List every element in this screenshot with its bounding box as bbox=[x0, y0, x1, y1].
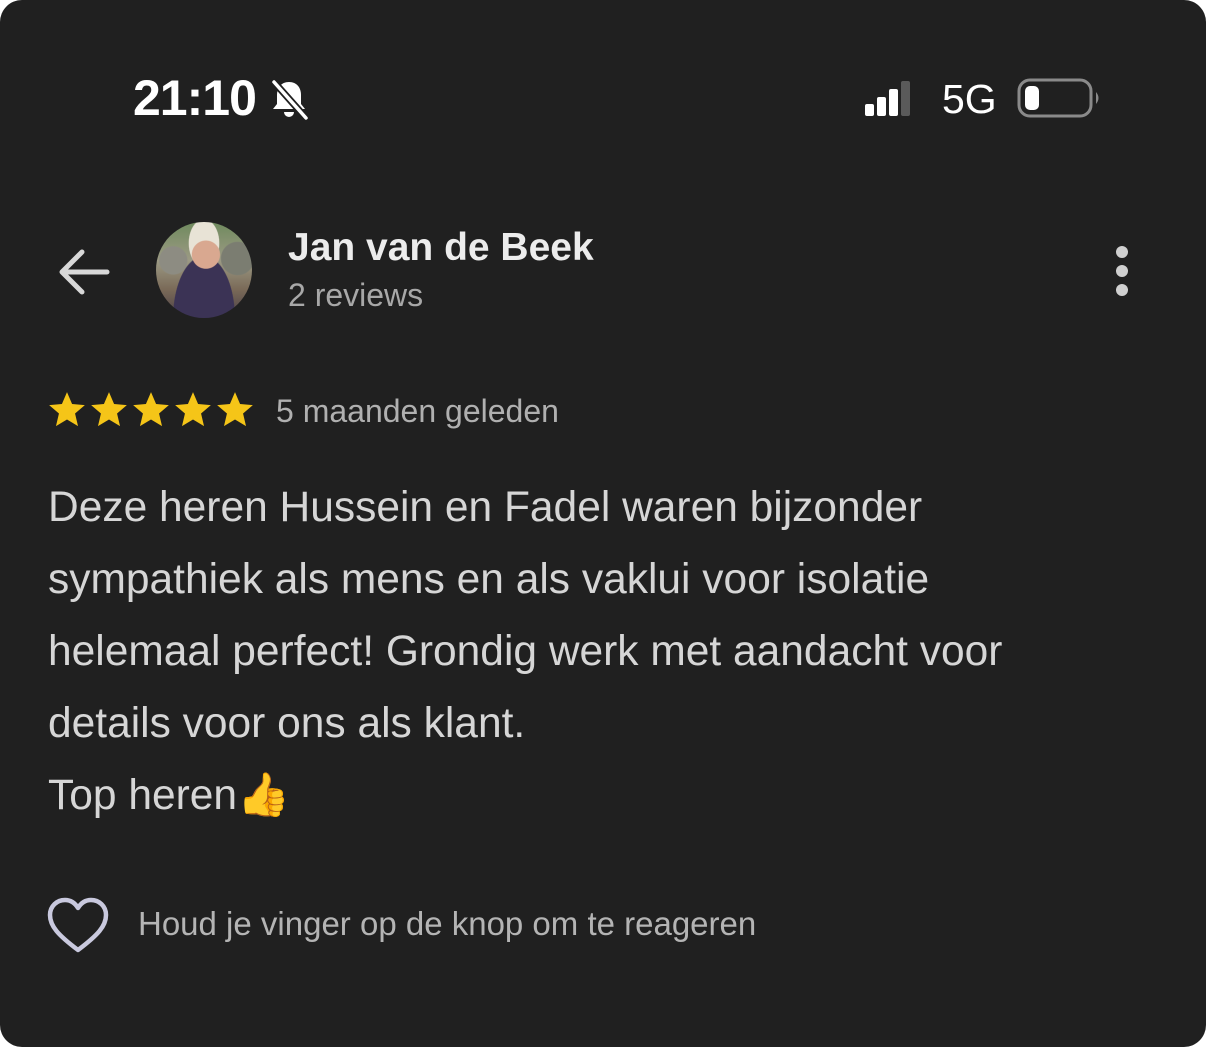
status-time: 21:10 bbox=[133, 70, 257, 126]
reviewer-name[interactable]: Jan van de Beek bbox=[288, 226, 594, 270]
avatar[interactable] bbox=[156, 222, 252, 318]
star-rating bbox=[46, 389, 256, 433]
star-icon bbox=[217, 392, 253, 427]
reviewer-review-count: 2 reviews bbox=[288, 277, 424, 313]
bell-slash-icon bbox=[270, 78, 310, 122]
review-screen: 21:10 5G Jan van de Beek 2 reviews 5 maa bbox=[0, 0, 1206, 1047]
react-hint[interactable]: Houd je vinger op de knop om te reageren bbox=[138, 904, 756, 944]
review-text: Deze heren Hussein en Fadel waren bijzon… bbox=[48, 484, 1003, 819]
star-icon bbox=[133, 392, 169, 427]
star-icon bbox=[49, 392, 85, 427]
arrow-left-icon[interactable] bbox=[56, 244, 112, 300]
network-type: 5G bbox=[942, 76, 997, 122]
star-icon bbox=[175, 392, 211, 427]
cellular-signal-icon bbox=[865, 81, 910, 116]
more-vertical-icon[interactable] bbox=[1106, 242, 1138, 300]
battery-low-icon bbox=[1017, 78, 1099, 118]
review-date: 5 maanden geleden bbox=[276, 393, 559, 429]
star-icon bbox=[91, 392, 127, 427]
heart-outline-icon[interactable] bbox=[46, 896, 110, 956]
